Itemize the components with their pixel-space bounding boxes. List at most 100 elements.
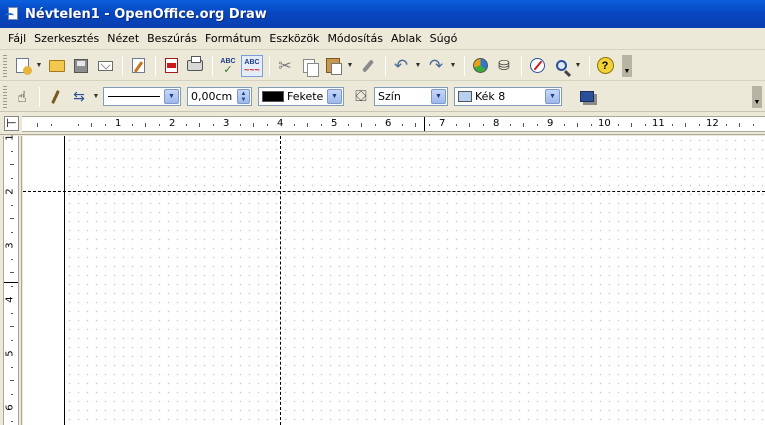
ruler-tick	[10, 164, 14, 165]
page-border	[64, 136, 65, 425]
zoom-icon	[555, 60, 567, 71]
ruler-label: 8	[493, 118, 500, 129]
ruler-tick	[523, 123, 524, 127]
paste-dropdown[interactable]: ▼	[346, 55, 354, 77]
new-button[interactable]	[11, 55, 33, 77]
ruler-tick	[590, 124, 592, 126]
menu-modify[interactable]: Módosítás	[323, 32, 387, 45]
navigator-button[interactable]	[526, 55, 548, 77]
vertical-ruler[interactable]: 1 2 3 4 5 6	[0, 134, 22, 425]
menu-help[interactable]: Súgó	[426, 32, 462, 45]
toolbar-overflow-button[interactable]: ▼	[752, 85, 762, 108]
select-button[interactable]: ☝	[11, 86, 33, 108]
chevron-down-icon[interactable]: ▼	[164, 89, 179, 104]
redo-button[interactable]: ↷	[425, 55, 447, 77]
spellcheck-icon: ABC ✓	[220, 57, 236, 76]
ruler-tick	[320, 124, 322, 126]
line-button[interactable]	[44, 86, 66, 108]
chevron-down-icon[interactable]: ▼	[545, 89, 560, 104]
new-dropdown[interactable]: ▼	[35, 55, 43, 77]
menu-file[interactable]: Fájl	[4, 32, 30, 45]
ruler-tick	[401, 124, 403, 126]
toolbar-overflow-button[interactable]: ▼	[622, 54, 632, 77]
format-paintbrush-button[interactable]	[357, 55, 379, 77]
line-width-value[interactable]: 0,00cm	[188, 90, 237, 103]
chart-button[interactable]	[469, 55, 491, 77]
ruler-tick	[11, 285, 13, 287]
page-margin-marker[interactable]	[424, 117, 425, 131]
ruler-tick	[104, 124, 106, 126]
menu-view[interactable]: Nézet	[103, 32, 143, 45]
open-button[interactable]	[46, 55, 68, 77]
ruler-tick	[415, 123, 416, 127]
cut-button[interactable]: ✂	[274, 55, 296, 77]
arrow-style-dropdown[interactable]: ▼	[92, 86, 100, 108]
chevron-down-icon[interactable]: ▼	[327, 89, 342, 104]
pointer-hand-icon: ☝	[17, 88, 27, 106]
ruler-tick	[10, 326, 14, 327]
spin-icon[interactable]: ▲ ▼	[237, 89, 250, 104]
undo-button[interactable]: ↶	[390, 55, 412, 77]
datasource-icon: ⛁	[498, 57, 510, 73]
line-width-field[interactable]: 0,00cm ▲ ▼	[187, 87, 252, 106]
arrow-style-button[interactable]: ⇆	[68, 86, 90, 108]
area-style-value: Szín	[378, 90, 401, 103]
ruler-tick	[145, 123, 146, 127]
ruler-tick	[11, 204, 13, 206]
print-icon	[187, 56, 203, 71]
area-style-combo[interactable]: Szín ▼	[374, 87, 448, 106]
menu-window[interactable]: Ablak	[387, 32, 426, 45]
edit-file-button[interactable]	[127, 55, 149, 77]
autospell-button[interactable]: ABC ~~~	[241, 54, 263, 77]
print-button[interactable]	[184, 55, 206, 77]
ruler-tick	[739, 123, 740, 127]
horizontal-ruler[interactable]: ⊢ 1 2 3 4 5 6 7 8 9 10 11 12	[0, 113, 765, 135]
spellcheck-button[interactable]: ABC ✓	[217, 55, 239, 77]
ruler-label: 2	[4, 188, 16, 195]
mail-icon	[97, 60, 113, 71]
ruler-tick	[11, 150, 13, 152]
redo-dropdown[interactable]: ▼	[449, 55, 457, 77]
page-margin-marker[interactable]	[4, 282, 18, 283]
zoom-dropdown[interactable]: ▼	[574, 55, 582, 77]
horizontal-ruler-scale[interactable]: 1 2 3 4 5 6 7 8 9 10 11 12	[22, 116, 765, 132]
tab-stop-icon[interactable]: ⊢	[4, 116, 19, 131]
help-button[interactable]: ?	[594, 55, 616, 77]
line-color-combo[interactable]: Fekete ▼	[258, 87, 344, 106]
ruler-tick	[752, 124, 754, 126]
area-color-combo[interactable]: Kék 8 ▼	[454, 87, 562, 106]
ruler-tick	[37, 123, 38, 127]
line-style-combo[interactable]: ▼	[103, 87, 181, 106]
menu-tools[interactable]: Eszközök	[265, 32, 323, 45]
separator	[589, 55, 590, 76]
datasource-button[interactable]: ⛁	[493, 55, 515, 77]
menu-format[interactable]: Formátum	[201, 32, 265, 45]
line-filling-toolbar: ☝ ⇆ ▼ ▼ 0,00cm ▲ ▼ Fekete ▼ ⛋ Szín ▼ Kék …	[0, 82, 765, 112]
app-icon[interactable]	[5, 6, 21, 22]
toolbar-grip[interactable]	[3, 54, 7, 77]
menu-insert[interactable]: Beszúrás	[143, 32, 201, 45]
copy-button[interactable]	[298, 55, 320, 77]
arrow-style-icon: ⇆	[73, 88, 85, 104]
ruler-tick	[50, 124, 52, 126]
ruler-tick	[644, 124, 646, 126]
ruler-tick	[455, 124, 457, 126]
drawing-canvas[interactable]	[23, 136, 765, 425]
ruler-label: 1	[115, 118, 122, 129]
zoom-button[interactable]	[550, 55, 572, 77]
toolbar-grip[interactable]	[3, 85, 7, 108]
save-button[interactable]	[70, 55, 92, 77]
shadow-button[interactable]	[576, 86, 598, 108]
area-button[interactable]: ⛋	[350, 86, 372, 108]
chevron-down-icon[interactable]: ▼	[431, 89, 446, 104]
vertical-ruler-scale[interactable]: 1 2 3 4 5 6	[3, 134, 19, 425]
paste-button[interactable]	[322, 55, 344, 77]
export-pdf-button[interactable]	[160, 55, 182, 77]
ruler-tick	[347, 124, 349, 126]
separator	[212, 55, 213, 76]
undo-dropdown[interactable]: ▼	[414, 55, 422, 77]
separator	[385, 55, 386, 76]
mail-button[interactable]	[94, 55, 116, 77]
ruler-label: 4	[277, 118, 284, 129]
menu-edit[interactable]: Szerkesztés	[30, 32, 103, 45]
